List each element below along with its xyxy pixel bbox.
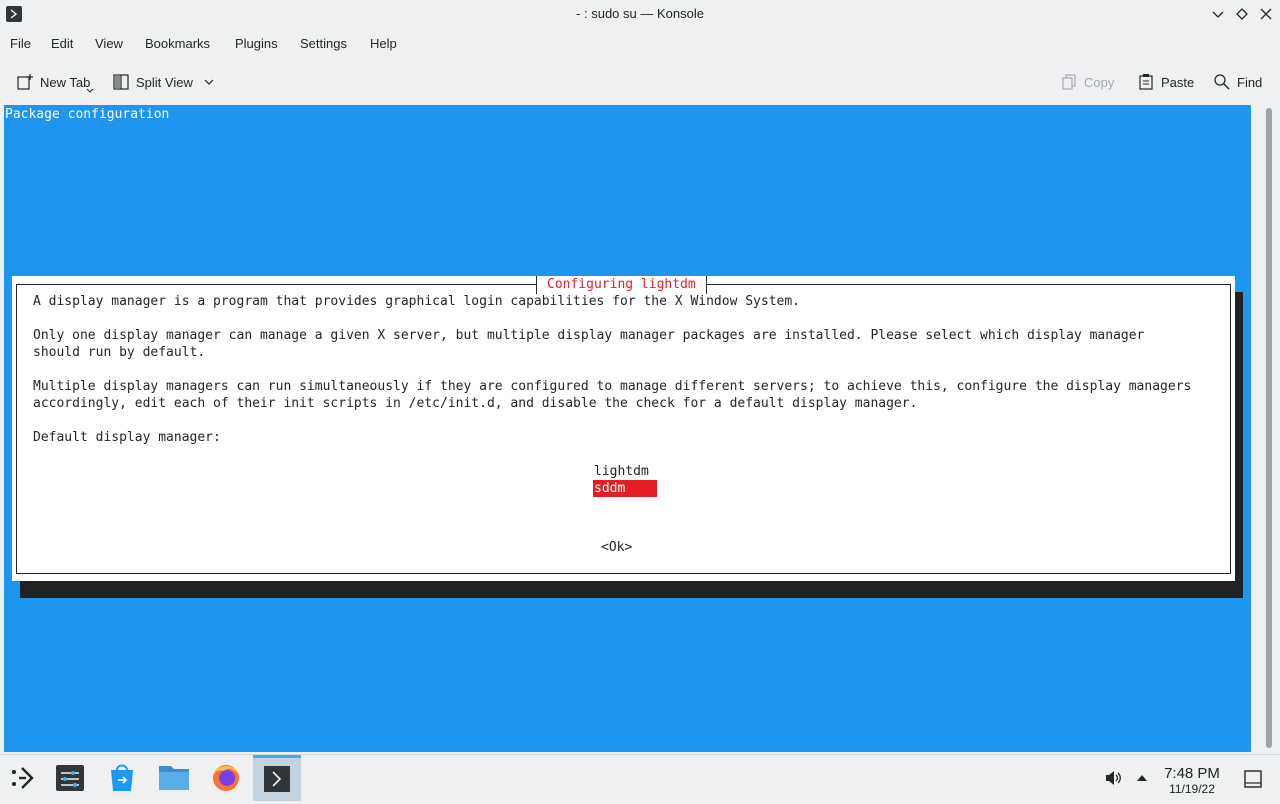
new-tab-button[interactable]: New Tab: [16, 62, 94, 102]
dialog-text-line: A display manager is a program that prov…: [33, 294, 801, 309]
split-view-button[interactable]: Split View: [112, 62, 215, 102]
option-sddm[interactable]: sddm: [593, 480, 657, 497]
split-view-icon: [113, 74, 129, 90]
firefox-icon[interactable]: [202, 755, 250, 801]
system-settings-icon[interactable]: [46, 755, 94, 801]
dialog-frame: A display manager is a program that prov…: [16, 284, 1231, 574]
dialog-text-line: accordingly, edit each of their init scr…: [33, 396, 918, 411]
paste-icon: [1139, 74, 1153, 90]
clock-time[interactable]: 7:48 PM: [1160, 765, 1224, 782]
paste-label: Paste: [1161, 74, 1195, 90]
find-label: Find: [1237, 74, 1263, 90]
dialog-text-line: Only one display manager can manage a gi…: [33, 328, 1145, 343]
menu-file[interactable]: File: [10, 30, 31, 58]
split-view-label: Split View: [136, 74, 193, 90]
window-title: - : sudo su — Konsole: [576, 6, 704, 21]
menu-help[interactable]: Help: [370, 30, 397, 58]
copy-label: Copy: [1084, 74, 1115, 90]
paste-button[interactable]: Paste: [1137, 62, 1194, 102]
dialog-text-line: should run by default.: [33, 345, 206, 360]
title-bar: - : sudo su — Konsole: [0, 0, 1280, 30]
copy-icon: [1062, 74, 1076, 90]
package-configuration-header: Package configuration: [5, 107, 170, 122]
chevron-down-icon: [86, 88, 94, 93]
application-launcher-icon[interactable]: [0, 755, 48, 801]
new-tab-icon: [17, 74, 33, 90]
close-button[interactable]: [1257, 5, 1275, 23]
taskbar: 7:48 PM 11/19/22: [0, 754, 1280, 801]
option-lightdm[interactable]: lightdm: [593, 463, 650, 480]
menu-bookmarks[interactable]: Bookmarks: [145, 30, 210, 58]
chevron-down-icon[interactable]: [203, 76, 215, 88]
menu-edit[interactable]: Edit: [51, 30, 73, 58]
copy-button[interactable]: Copy: [1060, 62, 1114, 102]
clock-date[interactable]: 11/19/22: [1160, 782, 1224, 796]
file-manager-icon[interactable]: [150, 755, 198, 801]
system-tray-expand-icon[interactable]: [1135, 772, 1149, 787]
menu-settings[interactable]: Settings: [300, 30, 347, 58]
search-icon: [1214, 74, 1230, 90]
konsole-icon[interactable]: [253, 755, 301, 801]
menu-plugins[interactable]: Plugins: [235, 30, 278, 58]
discover-icon[interactable]: [98, 755, 146, 801]
volume-icon[interactable]: [1103, 768, 1123, 791]
dialog-title: Configuring lightdm: [547, 277, 696, 292]
configuration-dialog: A display manager is a program that prov…: [12, 276, 1235, 581]
maximize-button[interactable]: [1233, 5, 1251, 23]
terminal-view[interactable]: Package configuration A display manager …: [4, 105, 1251, 752]
ok-button[interactable]: <Ok>: [601, 539, 632, 556]
dialog-title-box: Configuring lightdm: [536, 276, 707, 294]
find-button[interactable]: Find: [1213, 62, 1262, 102]
dialog-text-line: Multiple display managers can run simult…: [33, 379, 1192, 394]
scrollbar-thumb[interactable]: [1266, 108, 1272, 748]
new-tab-label: New Tab: [40, 74, 91, 90]
dialog-prompt-label: Default display manager:: [33, 430, 221, 445]
show-desktop-icon[interactable]: [1243, 769, 1263, 792]
menu-bar: File Edit View Bookmarks Plugins Setting…: [0, 30, 1280, 58]
menu-view[interactable]: View: [95, 30, 123, 58]
minimize-button[interactable]: [1209, 5, 1227, 23]
toolbar: New Tab Split View Copy Paste Find: [0, 62, 1280, 102]
